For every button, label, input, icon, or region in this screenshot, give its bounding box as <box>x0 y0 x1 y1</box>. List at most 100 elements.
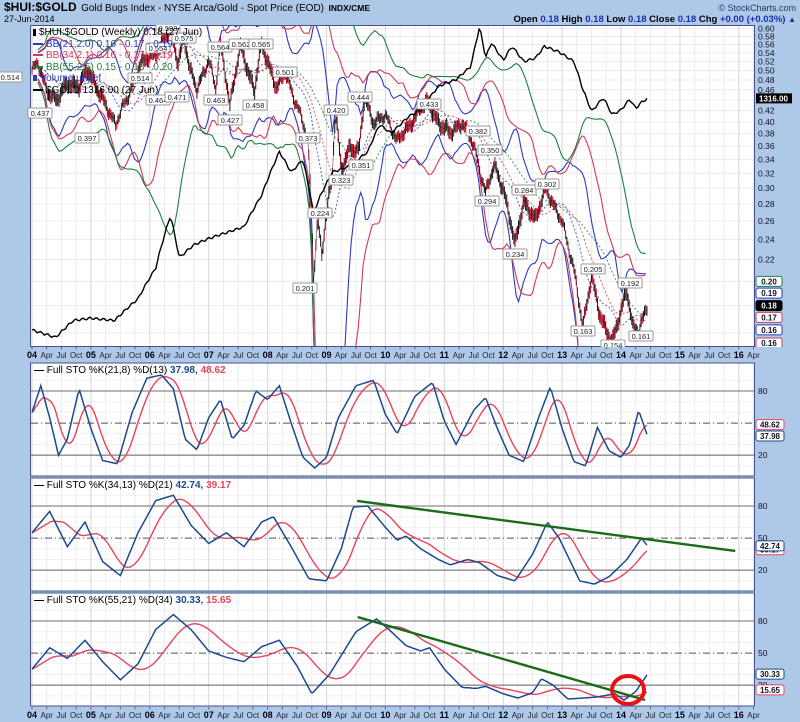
svg-text:0.565: 0.565 <box>252 40 271 49</box>
svg-text:Apr: Apr <box>747 711 760 720</box>
open-label: Open <box>513 14 537 25</box>
svg-text:Jul: Jul <box>469 711 479 720</box>
svg-text:08: 08 <box>263 710 273 720</box>
legend-gold-text: $GOLD 1316.00 (27 Jun) <box>46 85 158 96</box>
svg-text:0.42: 0.42 <box>758 106 775 116</box>
svg-text:Oct: Oct <box>659 711 672 720</box>
sto2-k-value: 42.74, <box>176 480 204 491</box>
svg-text:Jul: Jul <box>704 711 714 720</box>
svg-text:Jul: Jul <box>410 711 420 720</box>
svg-text:12: 12 <box>498 350 508 360</box>
svg-text:Apr: Apr <box>158 711 171 720</box>
svg-text:Apr: Apr <box>512 351 525 360</box>
legend-bb34-text: BB(34,2.1) 0.16 - 0.17 - 0.19 <box>46 50 173 61</box>
stockcharts-copyright-link[interactable]: © StockCharts.com <box>718 3 796 14</box>
svg-text:Oct: Oct <box>423 351 436 360</box>
svg-text:Oct: Oct <box>188 351 201 360</box>
sto2-legend: — Full STO %K(34,13) %D(21) 42.74, 39.17 <box>34 480 231 491</box>
svg-text:0.38: 0.38 <box>758 129 775 139</box>
date-axis-lower: 04AprJulOct05AprJulOct06AprJulOct07AprJu… <box>0 707 800 722</box>
svg-text:Oct: Oct <box>482 711 495 720</box>
svg-text:11: 11 <box>440 710 450 720</box>
svg-text:Apr: Apr <box>394 711 407 720</box>
svg-text:0.28: 0.28 <box>758 199 775 209</box>
svg-text:Jul: Jul <box>351 351 361 360</box>
chg-label: Chg <box>699 14 717 25</box>
bb55-line-icon <box>33 66 43 68</box>
high-value: 0.18 <box>585 14 604 25</box>
symbol-description: Gold Bugs Index - NYSE Arca/Gold - Spot … <box>81 3 324 14</box>
svg-text:30.33: 30.33 <box>760 670 781 679</box>
svg-text:0.20: 0.20 <box>761 277 777 286</box>
legend-row-bb34: BB(34,2.1) 0.16 - 0.17 - 0.19 <box>33 50 202 62</box>
svg-text:0.26: 0.26 <box>758 216 775 226</box>
svg-text:Apr: Apr <box>453 351 466 360</box>
svg-text:0.444: 0.444 <box>351 93 370 102</box>
svg-text:0.19: 0.19 <box>761 289 777 298</box>
svg-text:Jul: Jul <box>410 351 420 360</box>
svg-text:04: 04 <box>27 350 37 360</box>
svg-text:0.46: 0.46 <box>758 85 775 95</box>
svg-text:11: 11 <box>440 350 450 360</box>
svg-text:0.323: 0.323 <box>332 176 351 185</box>
close-label: Close <box>649 14 675 25</box>
svg-text:Apr: Apr <box>512 711 525 720</box>
svg-text:0.463: 0.463 <box>207 96 226 105</box>
svg-text:10: 10 <box>380 350 390 360</box>
svg-text:Oct: Oct <box>482 351 495 360</box>
sto2-line-icon: — <box>34 480 44 491</box>
legend-volume-text: Volume undef <box>40 73 101 84</box>
svg-text:Jul: Jul <box>174 351 184 360</box>
sto2-label: Full STO %K(34,13) %D(21) <box>47 480 173 491</box>
open-value: 0.18 <box>540 14 559 25</box>
svg-text:06: 06 <box>145 350 155 360</box>
svg-text:80: 80 <box>758 386 768 396</box>
svg-text:0.437: 0.437 <box>31 109 50 118</box>
sto3-k-value: 30.33, <box>176 595 204 606</box>
volume-bars-icon <box>33 75 37 81</box>
svg-text:Apr: Apr <box>747 351 760 360</box>
svg-text:Apr: Apr <box>40 351 53 360</box>
svg-text:Jul: Jul <box>56 711 66 720</box>
svg-text:Oct: Oct <box>70 351 83 360</box>
svg-text:0.562: 0.562 <box>232 40 251 49</box>
stochastic-panel-2: 80502039.1742.74 <box>0 477 800 592</box>
svg-text:Jul: Jul <box>56 351 66 360</box>
svg-text:04: 04 <box>27 710 37 720</box>
svg-text:Apr: Apr <box>99 351 112 360</box>
gold-line-icon <box>33 89 43 91</box>
svg-text:0.397: 0.397 <box>78 134 97 143</box>
svg-text:0.302: 0.302 <box>538 180 557 189</box>
svg-text:15.65: 15.65 <box>760 686 781 695</box>
svg-text:14: 14 <box>616 710 626 720</box>
svg-text:Oct: Oct <box>247 711 260 720</box>
svg-text:Jul: Jul <box>586 351 596 360</box>
sto3-d-value: 15.65 <box>206 595 231 606</box>
svg-text:Oct: Oct <box>364 351 377 360</box>
stochastic-panel-1: 80502048.6237.98 <box>0 362 800 477</box>
svg-text:14: 14 <box>616 350 626 360</box>
sto2-d-value: 39.17 <box>206 480 231 491</box>
svg-text:Jul: Jul <box>351 711 361 720</box>
svg-text:09: 09 <box>321 710 331 720</box>
svg-text:16: 16 <box>734 710 744 720</box>
svg-text:Jul: Jul <box>469 351 479 360</box>
svg-text:16: 16 <box>734 350 744 360</box>
svg-text:0.161: 0.161 <box>632 332 651 341</box>
svg-text:Oct: Oct <box>70 711 83 720</box>
legend-row-volume: Volume undef <box>33 73 202 85</box>
svg-text:0.192: 0.192 <box>621 279 640 288</box>
svg-text:Apr: Apr <box>335 711 348 720</box>
svg-text:Jul: Jul <box>174 711 184 720</box>
svg-text:05: 05 <box>86 350 96 360</box>
svg-text:05: 05 <box>86 710 96 720</box>
candlestick-icon <box>33 29 36 36</box>
main-chart-legend: $HUI:$GOLD (Weekly) 0.18 (27 Jun) BB(21,… <box>33 27 202 96</box>
svg-text:0.40: 0.40 <box>758 117 775 127</box>
svg-text:Jul: Jul <box>528 711 538 720</box>
svg-text:Oct: Oct <box>247 351 260 360</box>
sto1-k-value: 37.98, <box>170 365 198 376</box>
svg-text:Apr: Apr <box>158 351 171 360</box>
svg-text:0.294: 0.294 <box>478 197 497 206</box>
svg-text:Oct: Oct <box>600 351 613 360</box>
